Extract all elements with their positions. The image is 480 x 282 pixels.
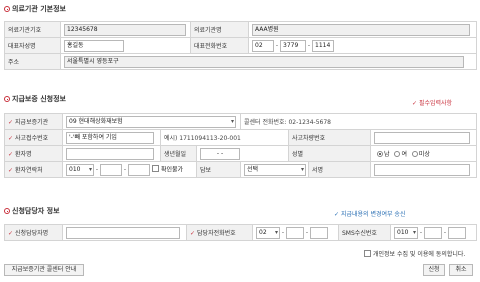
section-bullet-icon	[4, 6, 10, 12]
consent-label: 개인정보 수집 및 이용에 동의합니다.	[373, 251, 466, 258]
gender-radio-male[interactable]	[377, 151, 383, 157]
rep-phone-part3[interactable]: 1114	[312, 39, 334, 52]
direct-phone-part2-input[interactable]	[286, 226, 304, 239]
sms-part3-input[interactable]	[448, 226, 466, 239]
institution-code-field: 12345678	[64, 23, 186, 36]
section-bullet-icon	[4, 208, 10, 214]
applicant-name-label: ✓ 신청담당자명	[4, 224, 63, 241]
address-label: 주소	[4, 53, 61, 70]
unknown-checkbox[interactable]	[152, 165, 159, 172]
required-check-icon: ✓	[8, 230, 14, 237]
institution-name-label: 의료기관명	[190, 21, 249, 38]
signature-label: 서명	[308, 161, 371, 178]
receipt-number-label: ✓ 사고접수번호	[4, 129, 63, 146]
address-field: 서울특별시 영등포구	[64, 55, 464, 68]
section-bullet-icon	[4, 96, 10, 102]
coverage-select[interactable]: 선택	[244, 163, 306, 176]
institution-info-table: 의료기관기호 12345678 의료기관명 AAA병원 대표자성명 홍길동 대표…	[4, 21, 477, 70]
required-check-icon: ✓	[8, 135, 14, 142]
rep-phone-part1[interactable]: 02	[252, 39, 274, 52]
receipt-number-input[interactable]: '-'빼 포함하여 기입	[66, 131, 154, 144]
birth-date-label: 생년월일	[160, 145, 197, 162]
unknown-checkbox-label: 확인불가	[161, 166, 184, 173]
required-check-icon: ✓	[190, 230, 196, 237]
sms-number-label: SMS수신번호	[338, 224, 391, 241]
gender-option-male: 남	[384, 151, 390, 158]
guarantee-org-label: ✓ 지급보증기관	[4, 113, 63, 130]
direct-phone-label: ✓ 담당자전화번호	[186, 224, 253, 241]
rep-phone-label: 대표전화번호	[190, 37, 249, 54]
receipt-example: 예시) 1711094113-20-001	[164, 135, 241, 142]
required-note: ✓ 필수입력사항	[412, 100, 453, 107]
gender-label: 성별	[288, 145, 371, 162]
contact-prefix-select[interactable]: 010	[66, 163, 94, 176]
vehicle-number-input[interactable]	[374, 131, 470, 144]
rep-phone-part2[interactable]: 3779	[280, 39, 306, 52]
institution-name-field: AAA병원	[252, 23, 470, 36]
applicant-info-table: ✓신청담당자명 ✓담당자전화번호 02-- SMS수신번호 010--	[4, 224, 477, 241]
apply-button[interactable]: 신청	[423, 264, 445, 276]
call-center-number: 콜센터 전화번호: 02-1234-5678	[244, 119, 331, 126]
cancel-button[interactable]: 취소	[449, 264, 473, 276]
institution-code-label: 의료기관기호	[4, 21, 61, 38]
guarantee-info-table: ✓지급보증기관 09 현대해상화재보험 콜센터 전화번호: 02-1234-56…	[4, 113, 478, 178]
patient-name-input[interactable]	[66, 147, 154, 160]
consent-checkbox[interactable]	[364, 250, 371, 257]
contact-part2-input[interactable]	[100, 163, 122, 176]
gender-option-female: 여	[401, 151, 407, 158]
required-check-icon: ✓	[8, 151, 14, 158]
rep-name-label: 대표자성명	[4, 37, 61, 54]
required-check-icon: ✓	[8, 119, 14, 126]
sms-prefix-select[interactable]: 010	[394, 226, 418, 239]
applicant-section-title: 신청담당자 정보	[4, 206, 60, 216]
gender-radio-group: 남 여 미상	[369, 145, 478, 162]
applicant-name-input[interactable]	[66, 226, 180, 239]
birth-date-input[interactable]: - -	[200, 147, 240, 160]
direct-phone-prefix-select[interactable]: 02	[256, 226, 280, 239]
change-notification-note: ✓ 지급내용의 변경여부 송신	[334, 211, 406, 218]
patient-contact-label: ✓ 환자연락처	[4, 161, 63, 178]
contact-part3-input[interactable]	[128, 163, 150, 176]
gender-radio-unknown[interactable]	[411, 151, 418, 157]
institution-section-title: 의료기관 기본정보	[4, 4, 66, 14]
call-center-guide-button[interactable]: 지급보증기관 콜센터 안내	[4, 264, 84, 276]
guarantee-section-title: 지급보증 신청정보	[4, 94, 66, 104]
direct-phone-part3-input[interactable]	[310, 226, 328, 239]
gender-radio-female[interactable]	[394, 151, 401, 157]
sms-part2-input[interactable]	[424, 226, 442, 239]
guarantee-org-select[interactable]: 09 현대해상화재보험	[66, 115, 236, 128]
consent-row: 개인정보 수집 및 이용에 동의합니다.	[362, 249, 465, 258]
required-check-icon: ✓	[8, 167, 14, 174]
patient-name-label: ✓ 환자명	[4, 145, 63, 162]
vehicle-number-label: 사고차량번호	[288, 129, 371, 146]
rep-name-field[interactable]: 홍길동	[64, 39, 124, 52]
gender-option-unknown: 미상	[418, 151, 430, 158]
signature-input[interactable]	[374, 163, 470, 176]
coverage-label: 담보	[196, 161, 241, 178]
